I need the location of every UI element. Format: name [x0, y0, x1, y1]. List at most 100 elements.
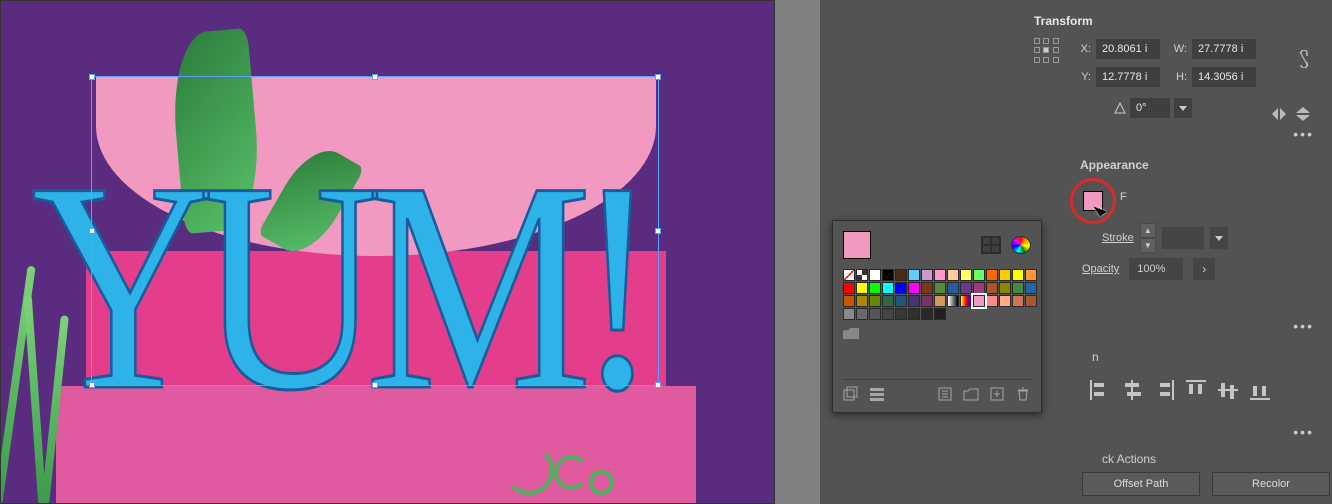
- swatch-cell[interactable]: [908, 308, 920, 320]
- swatch-cell[interactable]: [921, 308, 933, 320]
- swatch-cell[interactable]: [843, 269, 855, 281]
- align-left-icon[interactable]: [1090, 380, 1110, 400]
- swatch-cell[interactable]: [869, 269, 881, 281]
- swatch-cell[interactable]: [895, 269, 907, 281]
- swatch-cell[interactable]: [960, 269, 972, 281]
- selection-handle[interactable]: [655, 228, 661, 234]
- swatch-cell[interactable]: [882, 269, 894, 281]
- align-more-options[interactable]: •••: [1293, 424, 1314, 440]
- swatch-cell[interactable]: [895, 282, 907, 294]
- align-bottom-icon[interactable]: [1250, 380, 1270, 400]
- appearance-more-options[interactable]: •••: [1293, 318, 1314, 334]
- offset-path-button[interactable]: Offset Path: [1082, 472, 1200, 496]
- swatch-cell[interactable]: [934, 282, 946, 294]
- swatch-cell[interactable]: [947, 282, 959, 294]
- swatch-cell[interactable]: [895, 308, 907, 320]
- swatch-cell[interactable]: [843, 282, 855, 294]
- h-input[interactable]: 14.3056 i: [1192, 67, 1256, 87]
- current-fill-swatch[interactable]: [843, 231, 871, 259]
- flip-vertical-icon[interactable]: [1294, 106, 1312, 122]
- swatch-cell[interactable]: [869, 295, 881, 307]
- artboard[interactable]: YUM!: [1, 1, 774, 504]
- swatch-cell[interactable]: [999, 269, 1011, 281]
- swatch-cell[interactable]: [908, 282, 920, 294]
- opacity-input[interactable]: 100%: [1129, 258, 1183, 280]
- align-right-icon[interactable]: [1154, 380, 1174, 400]
- swatch-options-icon[interactable]: [937, 386, 953, 402]
- align-top-icon[interactable]: [1186, 380, 1206, 400]
- x-input[interactable]: 20.8061 i: [1096, 39, 1160, 59]
- swatch-cell[interactable]: [1012, 282, 1024, 294]
- section-title: Transform: [1034, 14, 1314, 28]
- stroke-weight-dropdown[interactable]: [1210, 227, 1228, 249]
- swatch-cell[interactable]: [973, 295, 985, 307]
- swatch-cell[interactable]: [856, 282, 868, 294]
- swatch-cell[interactable]: [908, 269, 920, 281]
- swatch-cell[interactable]: [869, 282, 881, 294]
- swatch-cell[interactable]: [882, 295, 894, 307]
- swatch-cell[interactable]: [1025, 282, 1037, 294]
- swatch-cell[interactable]: [934, 269, 946, 281]
- swatches-flyout-panel: [832, 220, 1042, 413]
- swatches-grid-view-icon[interactable]: [981, 236, 1001, 254]
- swatch-cell[interactable]: [908, 295, 920, 307]
- swatch-cell[interactable]: [986, 295, 998, 307]
- recolor-button[interactable]: Recolor: [1212, 472, 1330, 496]
- swatch-cell[interactable]: [921, 269, 933, 281]
- swatch-cell[interactable]: [934, 308, 946, 320]
- transform-more-options[interactable]: •••: [1293, 126, 1314, 142]
- swatch-cell[interactable]: [999, 282, 1011, 294]
- new-swatch-icon[interactable]: [989, 386, 1005, 402]
- swatch-cell[interactable]: [947, 295, 959, 307]
- swatch-cell[interactable]: [1025, 295, 1037, 307]
- swatch-cell[interactable]: [999, 295, 1011, 307]
- swatch-cell[interactable]: [1012, 295, 1024, 307]
- swatch-cell[interactable]: [960, 295, 972, 307]
- w-input[interactable]: 27.7778 i: [1192, 39, 1256, 59]
- opacity-dropdown[interactable]: ›: [1193, 258, 1215, 280]
- swatch-libraries-icon[interactable]: [843, 386, 859, 402]
- selection-handle[interactable]: [89, 74, 95, 80]
- swatch-cell[interactable]: [882, 282, 894, 294]
- flip-horizontal-icon[interactable]: [1270, 106, 1288, 122]
- color-mixer-icon[interactable]: [1011, 236, 1031, 254]
- swatch-cell[interactable]: [960, 282, 972, 294]
- swatch-cell[interactable]: [973, 282, 985, 294]
- swatch-cell[interactable]: [843, 295, 855, 307]
- swatch-cell[interactable]: [921, 282, 933, 294]
- swatch-cell[interactable]: [843, 308, 855, 320]
- stroke-weight-stepper[interactable]: ▲▼: [1140, 223, 1156, 253]
- swatch-cell[interactable]: [1012, 269, 1024, 281]
- swatch-cell[interactable]: [882, 308, 894, 320]
- opacity-label[interactable]: Opacity: [1082, 263, 1119, 275]
- fill-swatch-highlight[interactable]: [1070, 178, 1116, 224]
- swatch-cell[interactable]: [856, 308, 868, 320]
- stroke-weight-input[interactable]: [1162, 227, 1204, 249]
- swatch-cell[interactable]: [986, 269, 998, 281]
- rotate-input[interactable]: 0°: [1130, 98, 1170, 118]
- new-color-group-icon[interactable]: [963, 386, 979, 402]
- stroke-label[interactable]: Stroke: [1102, 232, 1134, 244]
- swatch-cell[interactable]: [869, 308, 881, 320]
- delete-swatch-icon[interactable]: [1015, 386, 1031, 402]
- swatch-cell[interactable]: [947, 269, 959, 281]
- align-section-partial-label: n: [1092, 350, 1099, 364]
- pasteboard-gap: [775, 0, 820, 504]
- swatch-cell[interactable]: [934, 295, 946, 307]
- canvas-artboard-area[interactable]: YUM!: [0, 0, 775, 504]
- constrain-proportions-icon[interactable]: [1294, 50, 1312, 68]
- align-hcenter-icon[interactable]: [1122, 380, 1142, 400]
- reference-point-picker[interactable]: [1034, 38, 1060, 64]
- swatch-cell[interactable]: [856, 269, 868, 281]
- swatch-cell[interactable]: [986, 282, 998, 294]
- rotate-dropdown[interactable]: [1174, 98, 1192, 118]
- swatch-folder-icon[interactable]: [843, 328, 859, 339]
- swatch-cell[interactable]: [856, 295, 868, 307]
- y-input[interactable]: 12.7778 i: [1096, 67, 1160, 87]
- swatch-cell[interactable]: [973, 269, 985, 281]
- swatch-cell[interactable]: [921, 295, 933, 307]
- swatch-cell[interactable]: [1025, 269, 1037, 281]
- align-vcenter-icon[interactable]: [1218, 380, 1238, 400]
- swatch-cell[interactable]: [895, 295, 907, 307]
- swatch-kinds-menu-icon[interactable]: [869, 386, 885, 402]
